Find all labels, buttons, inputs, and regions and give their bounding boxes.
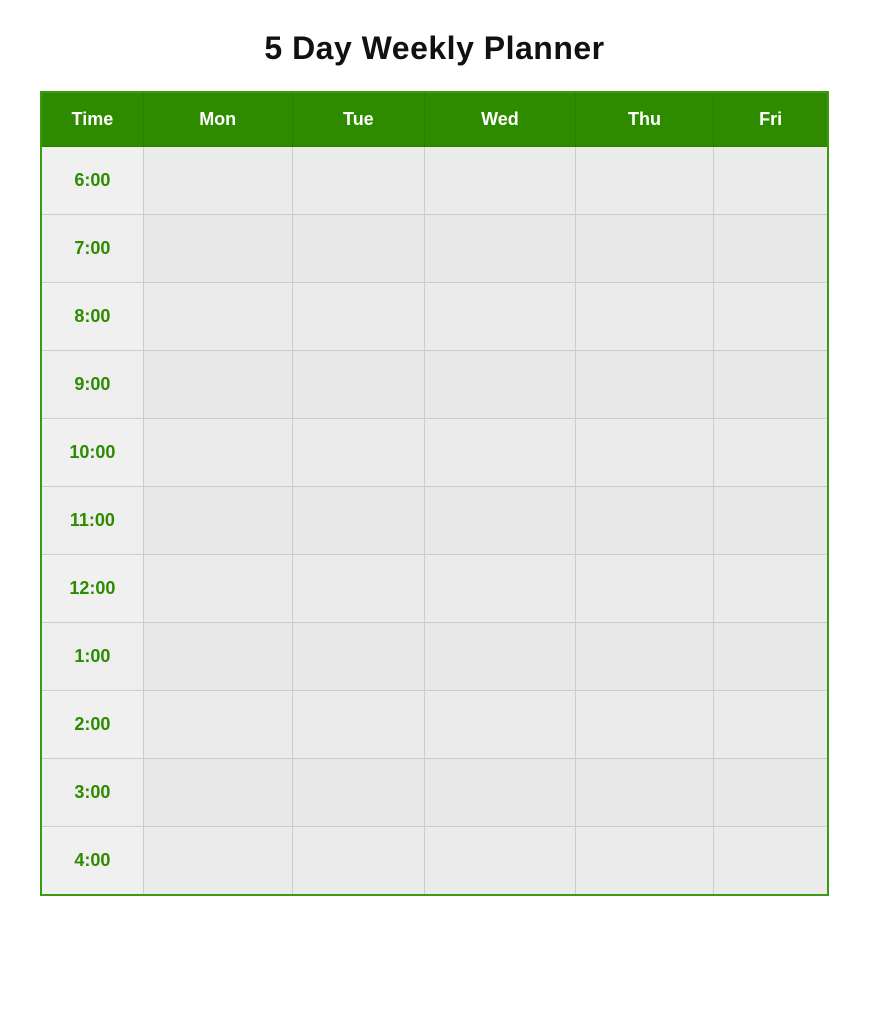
schedule-cell[interactable] — [143, 351, 292, 419]
schedule-cell[interactable] — [714, 827, 828, 895]
schedule-cell[interactable] — [714, 215, 828, 283]
schedule-cell[interactable] — [292, 759, 425, 827]
planner-container: 5 Day Weekly Planner TimeMonTueWedThuFri… — [40, 30, 829, 896]
time-cell: 11:00 — [41, 487, 143, 555]
schedule-cell[interactable] — [575, 351, 714, 419]
schedule-cell[interactable] — [425, 623, 576, 691]
schedule-cell[interactable] — [714, 555, 828, 623]
schedule-cell[interactable] — [143, 147, 292, 215]
schedule-cell[interactable] — [575, 215, 714, 283]
schedule-cell[interactable] — [292, 283, 425, 351]
schedule-cell[interactable] — [425, 351, 576, 419]
time-row: 1:00 — [41, 623, 828, 691]
schedule-cell[interactable] — [575, 827, 714, 895]
schedule-cell[interactable] — [714, 691, 828, 759]
header-cell-mon: Mon — [143, 92, 292, 147]
header-cell-fri: Fri — [714, 92, 828, 147]
schedule-cell[interactable] — [143, 623, 292, 691]
schedule-cell[interactable] — [292, 827, 425, 895]
schedule-cell[interactable] — [292, 555, 425, 623]
schedule-cell[interactable] — [143, 691, 292, 759]
header-cell-thu: Thu — [575, 92, 714, 147]
time-row: 3:00 — [41, 759, 828, 827]
schedule-cell[interactable] — [575, 555, 714, 623]
time-row: 9:00 — [41, 351, 828, 419]
time-row: 8:00 — [41, 283, 828, 351]
schedule-cell[interactable] — [575, 283, 714, 351]
schedule-cell[interactable] — [575, 623, 714, 691]
schedule-cell[interactable] — [714, 487, 828, 555]
schedule-cell[interactable] — [143, 283, 292, 351]
time-row: 7:00 — [41, 215, 828, 283]
schedule-cell[interactable] — [425, 555, 576, 623]
time-cell: 3:00 — [41, 759, 143, 827]
schedule-cell[interactable] — [143, 215, 292, 283]
schedule-cell[interactable] — [714, 623, 828, 691]
schedule-cell[interactable] — [425, 419, 576, 487]
time-row: 6:00 — [41, 147, 828, 215]
schedule-cell[interactable] — [714, 351, 828, 419]
time-row: 10:00 — [41, 419, 828, 487]
schedule-cell[interactable] — [575, 419, 714, 487]
planner-table: TimeMonTueWedThuFri 6:007:008:009:0010:0… — [40, 91, 829, 896]
schedule-cell[interactable] — [292, 147, 425, 215]
schedule-cell[interactable] — [143, 759, 292, 827]
schedule-cell[interactable] — [575, 759, 714, 827]
time-cell: 1:00 — [41, 623, 143, 691]
time-cell: 4:00 — [41, 827, 143, 895]
schedule-cell[interactable] — [143, 555, 292, 623]
header-row: TimeMonTueWedThuFri — [41, 92, 828, 147]
time-cell: 12:00 — [41, 555, 143, 623]
time-row: 2:00 — [41, 691, 828, 759]
time-cell: 2:00 — [41, 691, 143, 759]
schedule-cell[interactable] — [575, 487, 714, 555]
schedule-cell[interactable] — [575, 691, 714, 759]
header-cell-wed: Wed — [425, 92, 576, 147]
time-cell: 9:00 — [41, 351, 143, 419]
header-cell-time: Time — [41, 92, 143, 147]
schedule-cell[interactable] — [292, 487, 425, 555]
schedule-cell[interactable] — [714, 147, 828, 215]
schedule-cell[interactable] — [143, 487, 292, 555]
schedule-cell[interactable] — [292, 623, 425, 691]
schedule-cell[interactable] — [425, 691, 576, 759]
time-row: 11:00 — [41, 487, 828, 555]
schedule-cell[interactable] — [425, 827, 576, 895]
schedule-cell[interactable] — [143, 419, 292, 487]
schedule-cell[interactable] — [425, 215, 576, 283]
time-row: 12:00 — [41, 555, 828, 623]
schedule-cell[interactable] — [714, 759, 828, 827]
schedule-cell[interactable] — [425, 147, 576, 215]
schedule-cell[interactable] — [575, 147, 714, 215]
schedule-cell[interactable] — [714, 283, 828, 351]
schedule-cell[interactable] — [292, 215, 425, 283]
schedule-cell[interactable] — [143, 827, 292, 895]
time-cell: 6:00 — [41, 147, 143, 215]
time-cell: 8:00 — [41, 283, 143, 351]
schedule-cell[interactable] — [714, 419, 828, 487]
time-row: 4:00 — [41, 827, 828, 895]
schedule-cell[interactable] — [425, 487, 576, 555]
schedule-cell[interactable] — [292, 351, 425, 419]
schedule-cell[interactable] — [292, 419, 425, 487]
schedule-cell[interactable] — [425, 759, 576, 827]
time-cell: 10:00 — [41, 419, 143, 487]
schedule-cell[interactable] — [292, 691, 425, 759]
schedule-cell[interactable] — [425, 283, 576, 351]
time-cell: 7:00 — [41, 215, 143, 283]
planner-title: 5 Day Weekly Planner — [40, 30, 829, 67]
header-cell-tue: Tue — [292, 92, 425, 147]
